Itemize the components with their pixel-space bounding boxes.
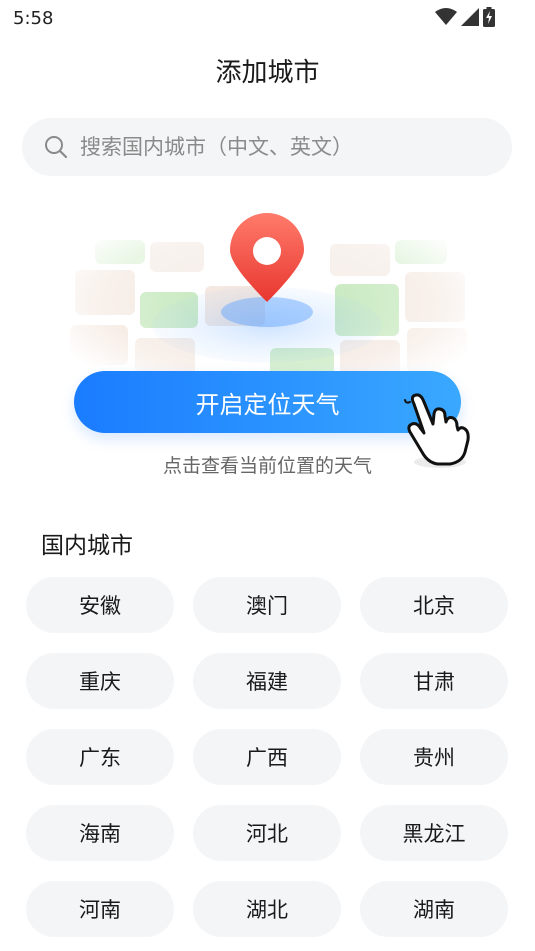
status-time: 5:58 xyxy=(13,8,54,29)
city-chip-macau[interactable]: 澳门 xyxy=(193,577,341,633)
battery-icon xyxy=(483,7,495,27)
location-map-illustration xyxy=(70,213,467,380)
search-input[interactable] xyxy=(78,126,502,168)
location-hint-text: 点击查看当前位置的天气 xyxy=(162,455,372,477)
city-chip-hubei[interactable]: 湖北 xyxy=(193,881,341,937)
search-icon xyxy=(45,136,68,159)
city-chip-hunan[interactable]: 湖南 xyxy=(360,881,508,937)
city-grid: 安徽 澳门 北京 重庆 福建 甘肃 广东 广西 贵州 海南 河北 黑龙江 河南 … xyxy=(26,577,509,937)
domestic-cities-title: 国内城市 xyxy=(41,533,133,559)
city-chip-chongqing[interactable]: 重庆 xyxy=(26,653,174,709)
status-icons xyxy=(435,7,495,27)
city-chip-guangdong[interactable]: 广东 xyxy=(26,729,174,785)
city-chip-henan[interactable]: 河南 xyxy=(26,881,174,937)
city-chip-beijing[interactable]: 北京 xyxy=(360,577,508,633)
city-chip-gansu[interactable]: 甘肃 xyxy=(360,653,508,709)
search-box[interactable] xyxy=(22,118,512,176)
city-chip-fujian[interactable]: 福建 xyxy=(193,653,341,709)
signal-icon xyxy=(461,8,479,26)
city-chip-heilongjiang[interactable]: 黑龙江 xyxy=(360,805,508,861)
city-chip-hebei[interactable]: 河北 xyxy=(193,805,341,861)
city-chip-guangxi[interactable]: 广西 xyxy=(193,729,341,785)
city-chip-hainan[interactable]: 海南 xyxy=(26,805,174,861)
city-chip-anhui[interactable]: 安徽 xyxy=(26,577,174,633)
wifi-icon xyxy=(435,8,457,25)
status-bar: 5:58 xyxy=(0,0,535,38)
city-chip-guizhou[interactable]: 贵州 xyxy=(360,729,508,785)
page-title: 添加城市 xyxy=(215,58,320,88)
enable-location-weather-label: 开启定位天气 xyxy=(195,390,340,419)
